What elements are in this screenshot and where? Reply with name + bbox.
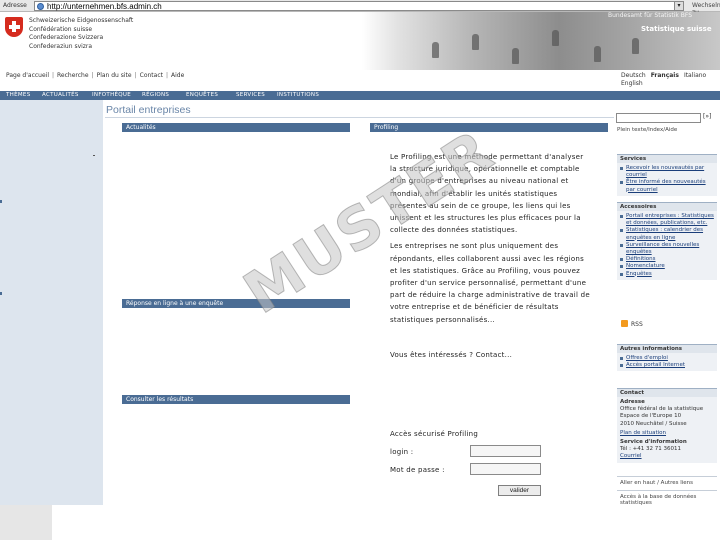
confederation-line: Confederazione Svizzera <box>29 34 104 41</box>
tab-enquetes[interactable]: ENQUÊTES <box>186 91 218 100</box>
info-line: Tél : +41 32 71 36011 <box>620 446 682 453</box>
language-en[interactable]: English <box>621 80 643 87</box>
profiling-description: Le Profiling est une méthode permettant … <box>390 151 590 330</box>
contact-box: Contact Adresse Office fédéral de la sta… <box>617 388 717 463</box>
accessories-link[interactable]: Statistiques : calendrier des enquêtes e… <box>620 227 714 241</box>
sidebar-marker <box>0 292 2 295</box>
sidebar-footer <box>0 505 52 540</box>
photo-figure <box>512 48 519 64</box>
results-header[interactable]: Consulter les résultats <box>122 395 350 404</box>
accessories-link[interactable]: Enquêtes <box>620 271 714 278</box>
address-line: 2010 Neuchâtel / Suisse <box>620 420 687 427</box>
services-title: Services <box>617 155 717 163</box>
rss-icon <box>621 320 628 327</box>
photo-figure <box>632 38 639 54</box>
other-info-link[interactable]: Accès portail Internet <box>620 362 714 369</box>
photo-figure <box>594 46 601 62</box>
site-search-button[interactable]: [»] <box>703 113 711 120</box>
accessories-link[interactable]: Portail entreprises : Statistiques et do… <box>620 213 714 227</box>
nav-separator: | <box>52 72 55 79</box>
photo-figure <box>552 30 559 46</box>
tab-infotheque[interactable]: INFOTHÈQUE <box>92 91 131 100</box>
accessories-link[interactable]: Nomenclature <box>620 263 714 270</box>
profiling-header: Profiling <box>370 123 608 132</box>
footer-link[interactable]: Accès à la base de données statistiques <box>620 494 720 506</box>
map-link[interactable]: Plan de situation <box>620 430 714 437</box>
services-link[interactable]: Être informé des nouveautés par courriel <box>620 179 714 193</box>
swiss-cross-logo[interactable] <box>5 17 23 37</box>
email-link[interactable]: Courriel <box>620 453 714 460</box>
title-divider <box>105 117 615 118</box>
profiling-paragraph: Les entreprises ne sont plus uniquement … <box>390 242 590 324</box>
login-label: login : <box>390 448 414 456</box>
services-link[interactable]: Recevoir les nouveautés par courriel <box>620 165 714 179</box>
language-fr[interactable]: Français <box>651 72 679 79</box>
office-subtitle: Statistique suisse <box>641 25 712 33</box>
tab-services[interactable]: SERVICES <box>236 91 265 100</box>
nav-separator: | <box>91 72 94 79</box>
tab-regions[interactable]: RÉGIONS <box>142 91 169 100</box>
online-response-header[interactable]: Réponse en ligne à une enquête <box>122 299 350 308</box>
photo-figure <box>472 34 479 50</box>
password-label: Mot de passe : <box>390 466 445 474</box>
help-link[interactable]: Aide <box>171 72 184 79</box>
chevron-down-icon[interactable]: ▾ <box>674 1 684 11</box>
confederation-names: Schweizerische Eidgenossenschaft Confédé… <box>29 17 133 51</box>
office-name: Bundesamt für Statistik BFS <box>608 12 693 19</box>
utility-nav: Page d'accueil | Recherche | Plan du site | Co… <box>6 72 184 79</box>
stray-dot <box>93 155 95 156</box>
rss-label: RSS <box>631 321 643 328</box>
site-search-label[interactable]: Plein texte/Index/Aide <box>617 127 677 133</box>
contact-link[interactable]: Contact <box>140 72 163 79</box>
search-link[interactable]: Recherche <box>57 72 89 79</box>
header-photo <box>362 12 720 70</box>
services-box: Services Recevoir les nouveautés par cou… <box>617 154 717 196</box>
tab-actualites[interactable]: ACTUALITÉS <box>42 91 79 100</box>
other-info-title: Autres informations <box>617 345 717 353</box>
accessories-title: Accessoires <box>617 203 717 211</box>
footer-link[interactable]: Aller en haut / Autres liens <box>620 480 693 486</box>
password-field[interactable] <box>470 463 541 475</box>
url-text: http://unternehmen.bfs.admin.ch <box>47 2 162 11</box>
language-it[interactable]: Italiano <box>684 72 706 79</box>
submit-button[interactable]: valider <box>498 485 541 496</box>
other-info-box: Autres informations Offres d'emploi Accè… <box>617 344 717 372</box>
address-line: Office fédéral de la statistique <box>620 406 704 413</box>
photo-figure <box>432 42 439 58</box>
login-field[interactable] <box>470 445 541 457</box>
sidebar-marker <box>0 200 2 203</box>
language-de[interactable]: Deutsch <box>621 72 646 79</box>
footer-divider <box>617 490 717 491</box>
sitemap-link[interactable]: Plan du site <box>97 72 132 79</box>
actualites-header[interactable]: Actualités <box>122 123 350 132</box>
home-link[interactable]: Page d'accueil <box>6 72 49 79</box>
address-line: Espace de l'Europe 10 <box>620 413 682 420</box>
url-field[interactable]: http://unternehmen.bfs.admin.ch <box>34 1 684 11</box>
accessories-box: Accessoires Portail entreprises : Statis… <box>617 202 717 280</box>
accessories-link[interactable]: Surveillance des nouvelles enquêtes <box>620 242 714 256</box>
nav-separator: | <box>165 72 169 79</box>
page-title: Portail entreprises <box>106 104 191 116</box>
rss-feed[interactable]: RSS <box>621 320 643 328</box>
confederation-line: Confederaziun svizra <box>29 42 93 50</box>
browser-address-bar: Adresse http://unternehmen.bfs.admin.ch … <box>0 0 720 16</box>
footer-divider <box>617 476 717 477</box>
address-label: Adresse <box>3 2 27 9</box>
confederation-line: Schweizerische Eidgenossenschaft <box>29 17 134 24</box>
contact-title: Contact <box>617 389 717 397</box>
tab-themes[interactable]: THÈMES <box>6 91 30 100</box>
page-icon <box>37 3 44 10</box>
confederation-line: Confédération suisse <box>29 25 93 33</box>
site-header: Schweizerische Eidgenossenschaft Confédé… <box>0 12 720 70</box>
profiling-paragraph: Le Profiling est une méthode permettant … <box>390 153 584 235</box>
site-search-input[interactable] <box>616 113 701 123</box>
nav-separator: | <box>134 72 137 79</box>
accessories-link[interactable]: Définitions <box>620 256 714 263</box>
contact-link[interactable]: Vous êtes intéressés ? Contact... <box>390 351 512 359</box>
left-sidebar <box>0 100 103 505</box>
language-switcher: Deutsch Français Italiano English <box>621 72 711 88</box>
tab-institutions[interactable]: INSTITUTIONS <box>277 91 319 100</box>
login-title: Accès sécurisé Profiling <box>390 430 479 438</box>
